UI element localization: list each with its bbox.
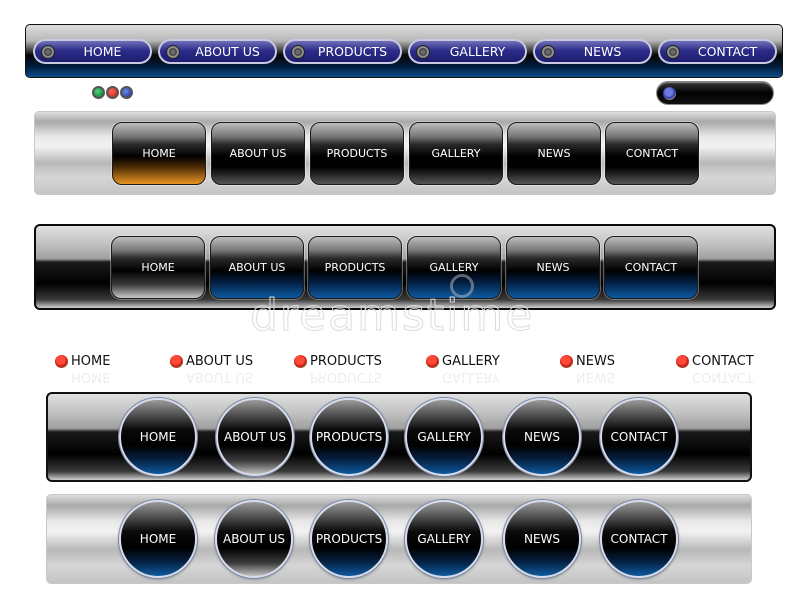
button-label: PRODUCTS [324,261,386,274]
knob-icon [666,45,680,59]
red-bullet-icon [294,355,307,368]
knob-icon [166,45,180,59]
silver-circle-navbar: HOME ABOUT US PRODUCTS GALLERY NEWS CONT… [46,494,752,584]
button-label: ABOUT US [229,147,287,160]
nav-pill-news[interactable]: NEWS [533,39,652,64]
circle-button-gallery[interactable]: GALLERY [405,398,483,476]
button-label: CONTACT [610,532,668,546]
button-label: NEWS [537,147,571,160]
blue-pill-navbar: HOME ABOUT US PRODUCTS GALLERY NEWS CONT… [25,24,783,78]
knob-icon [291,45,305,59]
button-label: PRODUCTS [315,430,383,444]
link-label: PRODUCTS [310,354,382,369]
button-label: PRODUCTS [315,532,383,546]
label-reflection: HOME [71,369,111,384]
button-label: GALLERY [417,532,471,546]
nav-pill-label: GALLERY [449,44,506,59]
red-bullet-icon [426,355,439,368]
square-button-contact[interactable]: CONTACT [605,122,699,185]
circle-button-contact[interactable]: CONTACT [600,500,678,578]
nav-pill-label: CONTACT [697,44,758,59]
text-link-gallery[interactable]: GALLERY GALLERY [426,354,500,384]
square-button-home[interactable]: HOME [111,236,205,299]
black-circle-navbar: HOME ABOUT US PRODUCTS GALLERY NEWS CONT… [46,392,752,482]
nav-pill-gallery[interactable]: GALLERY [408,39,527,64]
button-label: CONTACT [625,147,679,160]
button-label: NEWS [523,532,561,546]
circle-button-home[interactable]: HOME [119,500,197,578]
link-label: GALLERY [442,354,500,369]
nav-pill-label: PRODUCTS [317,44,388,59]
link-label: ABOUT US [186,354,254,369]
button-label: NEWS [523,430,561,444]
text-link-contact[interactable]: CONTACT CONTACT [676,354,754,384]
green-dot-icon[interactable] [92,86,105,99]
button-label: ABOUT US [222,532,285,546]
text-link-home[interactable]: HOME HOME [55,354,111,384]
link-label: HOME [71,354,111,369]
button-label: ABOUT US [228,261,286,274]
red-bullet-icon [55,355,68,368]
button-label: GALLERY [431,147,481,160]
text-link-about-us[interactable]: ABOUT US ABOUT US [170,354,254,384]
square-button-contact[interactable]: CONTACT [604,236,698,299]
circle-button-products[interactable]: PRODUCTS [310,500,388,578]
button-label: GALLERY [429,261,479,274]
button-label: HOME [141,261,175,274]
knob-icon [416,45,430,59]
red-dot-icon[interactable] [106,86,119,99]
button-label: HOME [142,147,176,160]
label-reflection: NEWS [576,369,616,384]
circle-button-about-us[interactable]: ABOUT US [216,398,294,476]
knob-icon [541,45,555,59]
text-link-news[interactable]: NEWS NEWS [560,354,616,384]
button-label: GALLERY [417,430,471,444]
knob-icon [41,45,55,59]
nav-pill-label: NEWS [583,44,622,59]
indicator-dots [92,86,133,99]
button-label: HOME [139,430,177,444]
search-field[interactable] [656,81,774,105]
red-bullet-icon [676,355,689,368]
nav-pill-label: HOME [83,44,122,59]
square-button-products[interactable]: PRODUCTS [310,122,404,185]
text-link-products[interactable]: PRODUCTS PRODUCTS [294,354,382,384]
nav-pill-contact[interactable]: CONTACT [658,39,777,64]
square-button-news[interactable]: NEWS [507,122,601,185]
nav-pill-label: ABOUT US [195,44,260,59]
label-reflection: ABOUT US [186,369,254,384]
link-label: CONTACT [692,354,754,369]
red-bullet-icon [560,355,573,368]
nav-pill-about-us[interactable]: ABOUT US [158,39,277,64]
button-label: HOME [139,532,177,546]
watermark: dreamstime [249,290,535,342]
nav-pill-products[interactable]: PRODUCTS [283,39,402,64]
search-knob-icon [663,87,676,100]
square-button-home[interactable]: HOME [112,122,206,185]
circle-button-products[interactable]: PRODUCTS [310,398,388,476]
button-label: CONTACT [624,261,678,274]
circle-button-news[interactable]: NEWS [503,398,581,476]
square-button-gallery[interactable]: GALLERY [409,122,503,185]
red-bullet-icon [170,355,183,368]
search-input[interactable] [681,85,767,101]
circle-button-gallery[interactable]: GALLERY [405,500,483,578]
text-link-navbar: HOME HOME ABOUT US ABOUT US PRODUCTS PRO… [0,354,800,388]
label-reflection: GALLERY [442,369,500,384]
circle-button-about-us[interactable]: ABOUT US [215,500,293,578]
button-label: CONTACT [610,430,668,444]
circle-button-home[interactable]: HOME [119,398,197,476]
blue-dot-icon[interactable] [120,86,133,99]
nav-pill-home[interactable]: HOME [33,39,152,64]
label-reflection: CONTACT [692,369,754,384]
button-label: PRODUCTS [326,147,388,160]
circle-button-contact[interactable]: CONTACT [600,398,678,476]
button-label: NEWS [536,261,570,274]
circle-button-news[interactable]: NEWS [503,500,581,578]
label-reflection: PRODUCTS [310,369,382,384]
square-button-about-us[interactable]: ABOUT US [211,122,305,185]
silver-square-navbar: HOME ABOUT US PRODUCTS GALLERY NEWS CONT… [34,111,776,195]
link-label: NEWS [576,354,616,369]
button-label: ABOUT US [223,430,286,444]
